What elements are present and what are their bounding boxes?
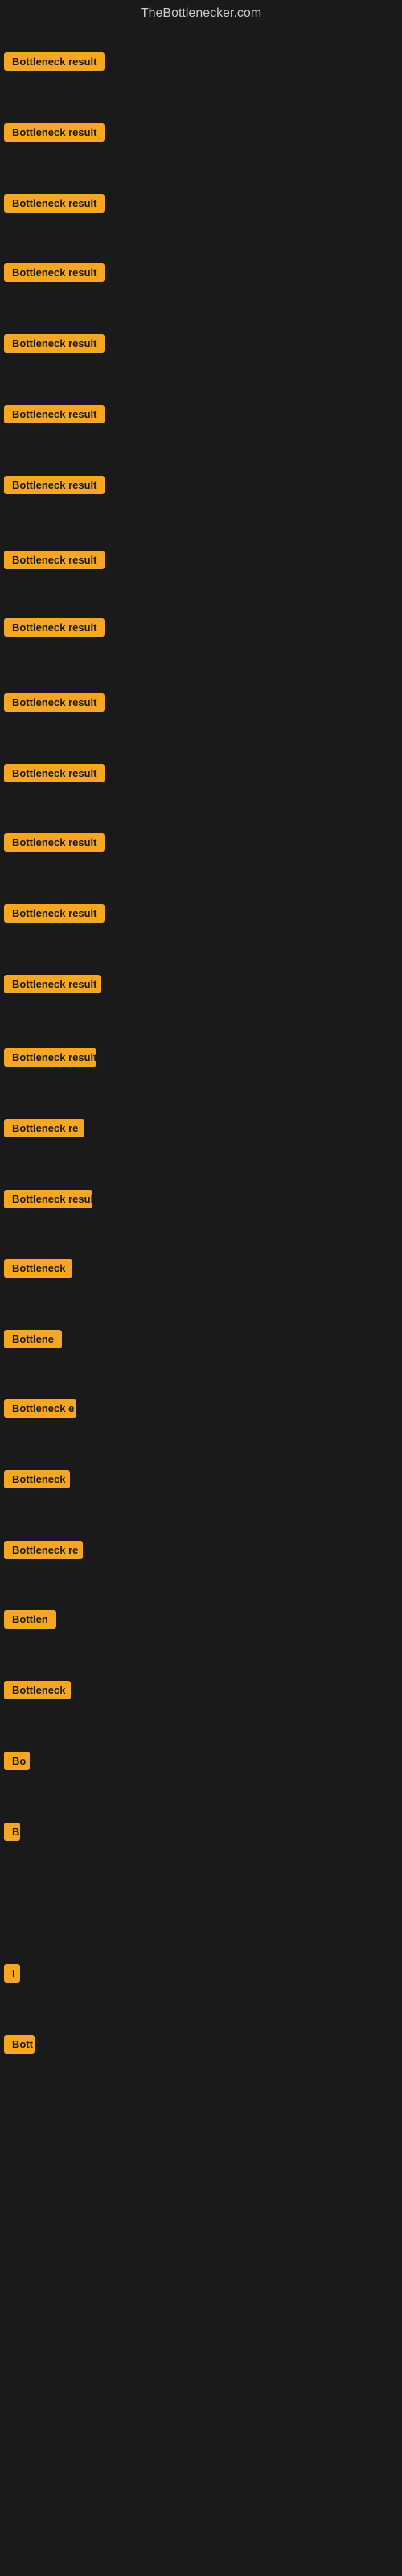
bottleneck-item-10: Bottleneck result	[4, 693, 105, 716]
bottleneck-item-7: Bottleneck result	[4, 476, 105, 498]
bottleneck-badge-19: Bottlene	[4, 1330, 62, 1348]
bottleneck-item-9: Bottleneck result	[4, 618, 105, 641]
bottleneck-badge-4: Bottleneck result	[4, 263, 105, 282]
bottleneck-badge-23: Bottlen	[4, 1610, 56, 1629]
bottleneck-badge-3: Bottleneck result	[4, 194, 105, 213]
bottleneck-item-6: Bottleneck result	[4, 405, 105, 427]
bottleneck-item-19: Bottlene	[4, 1330, 62, 1352]
bottleneck-badge-2: Bottleneck result	[4, 123, 105, 142]
bottleneck-badge-8: Bottleneck result	[4, 551, 105, 569]
bottleneck-badge-1: Bottleneck result	[4, 52, 105, 71]
bottleneck-badge-24: Bottleneck	[4, 1681, 71, 1699]
bottleneck-badge-22: Bottleneck re	[4, 1541, 83, 1559]
bottleneck-badge-5: Bottleneck result	[4, 334, 105, 353]
bottleneck-badge-26: B	[4, 1823, 20, 1841]
site-title: TheBottlenecker.com	[0, 0, 402, 31]
bottleneck-badge-21: Bottleneck	[4, 1470, 70, 1488]
bottleneck-item-21: Bottleneck	[4, 1470, 70, 1492]
bottleneck-item-1: Bottleneck result	[4, 52, 105, 75]
bottleneck-badge-14: Bottleneck result	[4, 975, 100, 993]
bottleneck-badge-28: I	[4, 1964, 20, 1983]
bottleneck-item-24: Bottleneck	[4, 1681, 71, 1703]
bottleneck-item-12: Bottleneck result	[4, 833, 105, 856]
bottleneck-badge-29: Bott	[4, 2035, 35, 2054]
bottleneck-badge-13: Bottleneck result	[4, 904, 105, 923]
bottleneck-item-25: Bo	[4, 1752, 30, 1774]
bottleneck-badge-15: Bottleneck result	[4, 1048, 96, 1067]
bottleneck-badge-9: Bottleneck result	[4, 618, 105, 637]
bottleneck-badge-11: Bottleneck result	[4, 764, 105, 782]
bottleneck-badge-17: Bottleneck resul	[4, 1190, 92, 1208]
bottleneck-badge-20: Bottleneck e	[4, 1399, 76, 1418]
bottleneck-badge-18: Bottleneck	[4, 1259, 72, 1278]
bottleneck-item-14: Bottleneck result	[4, 975, 100, 997]
bottleneck-item-8: Bottleneck result	[4, 551, 105, 573]
bottleneck-item-4: Bottleneck result	[4, 263, 105, 286]
bottleneck-item-3: Bottleneck result	[4, 194, 105, 217]
bottleneck-item-23: Bottlen	[4, 1610, 56, 1633]
bottleneck-item-17: Bottleneck resul	[4, 1190, 92, 1212]
bottleneck-badge-16: Bottleneck re	[4, 1119, 84, 1137]
bottleneck-item-20: Bottleneck e	[4, 1399, 76, 1422]
bottleneck-item-18: Bottleneck	[4, 1259, 72, 1282]
bottleneck-item-29: Bott	[4, 2035, 35, 2058]
bottleneck-item-16: Bottleneck re	[4, 1119, 84, 1141]
bottleneck-item-2: Bottleneck result	[4, 123, 105, 146]
bottleneck-item-5: Bottleneck result	[4, 334, 105, 357]
bottleneck-item-11: Bottleneck result	[4, 764, 105, 786]
bottleneck-badge-25: Bo	[4, 1752, 30, 1770]
bottleneck-item-13: Bottleneck result	[4, 904, 105, 927]
bottleneck-item-26: B	[4, 1823, 20, 1845]
bottleneck-badge-7: Bottleneck result	[4, 476, 105, 494]
bottleneck-item-15: Bottleneck result	[4, 1048, 96, 1071]
bottleneck-badge-12: Bottleneck result	[4, 833, 105, 852]
bottleneck-badge-6: Bottleneck result	[4, 405, 105, 423]
bottleneck-item-22: Bottleneck re	[4, 1541, 83, 1563]
bottleneck-item-28: I	[4, 1964, 20, 1987]
bottleneck-badge-10: Bottleneck result	[4, 693, 105, 712]
